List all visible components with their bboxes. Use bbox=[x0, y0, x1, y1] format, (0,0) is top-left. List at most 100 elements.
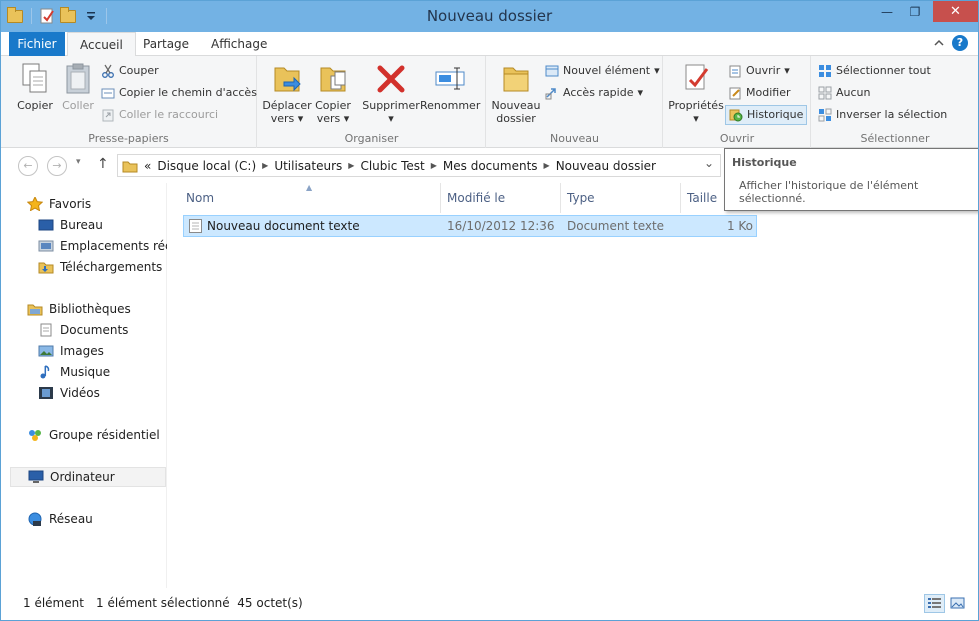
chevron-right-icon[interactable]: ▶ bbox=[431, 161, 437, 170]
breadcrumb-0[interactable]: Disque local (C:) bbox=[157, 159, 256, 173]
group-label: Organiser bbox=[344, 132, 399, 145]
supprimer-button[interactable]: Supprimer ▾ bbox=[362, 60, 420, 125]
deplacer-vers-button[interactable]: Déplacer vers ▾ bbox=[262, 60, 312, 125]
table-row[interactable]: Nouveau document texte 16/10/2012 12:36 … bbox=[183, 215, 757, 237]
paste-icon bbox=[62, 62, 94, 96]
chevron-right-icon[interactable]: ▶ bbox=[348, 161, 354, 170]
inverser-label: Inverser la sélection bbox=[836, 108, 948, 121]
collapse-ribbon-icon[interactable] bbox=[933, 37, 945, 49]
couper-label: Couper bbox=[119, 64, 159, 77]
forward-button[interactable]: → bbox=[47, 156, 67, 176]
easy-access-icon bbox=[545, 86, 559, 100]
breadcrumb-2[interactable]: Clubic Test bbox=[360, 159, 424, 173]
nav-ordinateur[interactable]: Ordinateur bbox=[10, 467, 166, 487]
paste-shortcut-icon bbox=[101, 108, 115, 122]
selectionner-tout-button[interactable]: Sélectionner tout bbox=[818, 61, 931, 81]
aucun-button[interactable]: Aucun bbox=[818, 83, 871, 103]
details-view-button[interactable] bbox=[924, 594, 945, 613]
nav-images[interactable]: Images bbox=[38, 341, 104, 361]
tab-affichage[interactable]: Affichage bbox=[199, 32, 279, 56]
acces-rapide-button[interactable]: Accès rapide ▾ bbox=[545, 83, 643, 103]
recent-locations-icon[interactable]: ▾ bbox=[76, 157, 81, 167]
breadcrumb-1[interactable]: Utilisateurs bbox=[274, 159, 342, 173]
back-button[interactable]: ← bbox=[18, 156, 38, 176]
select-all-icon bbox=[818, 64, 832, 78]
group-organiser: Déplacer vers ▾ Copier vers ▾ Supprimer … bbox=[258, 56, 486, 148]
nav-groupe-residentiel[interactable]: Groupe résidentiel bbox=[27, 425, 160, 445]
nouveau-dossier-button[interactable]: Nouveau dossier bbox=[491, 60, 541, 125]
overflow-chevron[interactable]: « bbox=[144, 159, 151, 173]
renommer-button[interactable]: Renommer bbox=[420, 60, 480, 112]
column-header-modifie[interactable]: Modifié le bbox=[441, 183, 561, 213]
window-title: Nouveau dossier bbox=[426, 7, 553, 25]
large-icons-view-button[interactable] bbox=[947, 594, 968, 613]
file-list: ▲ Nom Modifié le Type Taille Nouveau doc… bbox=[167, 183, 978, 588]
nouvel-element-button[interactable]: Nouvel élément ▾ bbox=[545, 61, 660, 81]
coller-raccourci-button[interactable]: Coller le raccourci bbox=[101, 105, 218, 125]
copier-label: Copier bbox=[17, 99, 53, 112]
nav-reseau[interactable]: Réseau bbox=[27, 509, 93, 529]
breadcrumb-3[interactable]: Mes documents bbox=[443, 159, 538, 173]
file-type: Document texte bbox=[567, 219, 665, 233]
nav-label: Ordinateur bbox=[50, 470, 115, 484]
nav-videos[interactable]: Vidéos bbox=[38, 383, 100, 403]
group-presse-papiers: Copier Coller Couper Copier le chemin d'… bbox=[1, 56, 257, 148]
historique-button[interactable]: Historique bbox=[725, 105, 808, 125]
proprietes-button[interactable]: Propriétés ▾ bbox=[666, 60, 726, 125]
nav-musique[interactable]: Musique bbox=[38, 362, 110, 382]
chevron-right-icon[interactable]: ▶ bbox=[262, 161, 268, 170]
couper-button[interactable]: Couper bbox=[101, 61, 159, 81]
coller-button[interactable]: Coller bbox=[59, 60, 97, 112]
copier-chemin-button[interactable]: Copier le chemin d'accès bbox=[101, 83, 257, 103]
nav-bibliotheques[interactable]: Bibliothèques bbox=[27, 299, 131, 319]
nav-emplacements-recents[interactable]: Emplacements récents bbox=[38, 236, 167, 256]
up-button[interactable]: ↑ bbox=[97, 156, 109, 172]
tab-fichier[interactable]: Fichier bbox=[9, 32, 65, 56]
historique-label: Historique bbox=[747, 108, 804, 121]
file-modified: 16/10/2012 12:36 bbox=[447, 219, 555, 233]
ouvrir-button[interactable]: Ouvrir ▾ bbox=[728, 61, 790, 81]
tab-accueil[interactable]: Accueil bbox=[67, 32, 136, 57]
inverser-selection-button[interactable]: Inverser la sélection bbox=[818, 105, 947, 125]
coller-label: Coller bbox=[62, 99, 94, 112]
homegroup-icon bbox=[27, 428, 43, 442]
nav-documents[interactable]: Documents bbox=[38, 320, 128, 340]
nav-label: Téléchargements bbox=[60, 260, 163, 274]
nouvel-element-label: Nouvel élément bbox=[563, 64, 651, 77]
dropdown-arrow: ▾ bbox=[343, 112, 350, 125]
copier-vers-button[interactable]: Copier vers ▾ bbox=[312, 60, 354, 125]
copier-chemin-label: Copier le chemin d'accès bbox=[119, 86, 257, 99]
computer-icon bbox=[28, 470, 44, 484]
address-dropdown[interactable]: ⌄ bbox=[704, 156, 714, 170]
close-button[interactable]: ✕ bbox=[933, 1, 978, 22]
column-header-nom[interactable]: Nom bbox=[167, 183, 441, 213]
tooltip-line-2: sélectionné. bbox=[739, 192, 806, 205]
tooltip-title: Historique bbox=[732, 156, 797, 169]
help-icon[interactable]: ? bbox=[952, 35, 968, 51]
maximize-button[interactable]: ❐ bbox=[899, 1, 931, 23]
explorer-window: Nouveau dossier — ❐ ✕ Fichier Accueil Pa… bbox=[0, 0, 979, 621]
chevron-right-icon[interactable]: ▶ bbox=[544, 161, 550, 170]
address-bar[interactable]: « Disque local (C:) ▶ Utilisateurs ▶ Clu… bbox=[117, 154, 721, 177]
nav-label: Réseau bbox=[49, 512, 93, 526]
copier-button[interactable]: Copier bbox=[15, 60, 55, 112]
renommer-label: Renommer bbox=[420, 99, 481, 112]
column-header-type[interactable]: Type bbox=[561, 183, 681, 213]
dropdown-arrow: ▾ bbox=[693, 112, 699, 125]
modifier-button[interactable]: Modifier bbox=[728, 83, 790, 103]
vers-label: vers bbox=[270, 112, 295, 125]
breadcrumb-4[interactable]: Nouveau dossier bbox=[556, 159, 656, 173]
proprietes-label: Propriétés bbox=[668, 99, 724, 112]
file-name: Nouveau document texte bbox=[207, 219, 360, 233]
nav-label: Bureau bbox=[60, 218, 103, 232]
nav-favoris[interactable]: Favoris bbox=[27, 194, 91, 214]
nav-bureau[interactable]: Bureau bbox=[38, 215, 167, 235]
rename-icon bbox=[434, 62, 466, 96]
copy-icon bbox=[19, 62, 51, 96]
documents-icon bbox=[38, 323, 54, 337]
nav-telechargements[interactable]: Téléchargements bbox=[38, 257, 167, 277]
copy-path-icon bbox=[101, 86, 115, 100]
tab-partage[interactable]: Partage bbox=[131, 32, 201, 56]
selectionner-tout-label: Sélectionner tout bbox=[836, 64, 931, 77]
move-to-icon bbox=[271, 62, 303, 96]
